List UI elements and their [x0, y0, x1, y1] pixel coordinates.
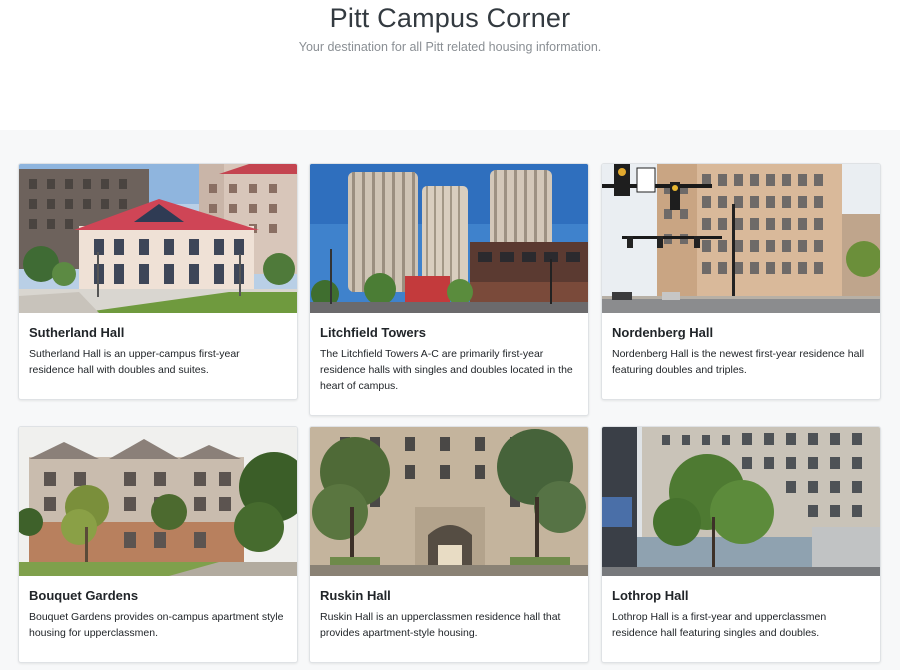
- card-title: Litchfield Towers: [320, 325, 426, 340]
- card-title: Lothrop Hall: [612, 588, 689, 603]
- card-title: Bouquet Gardens: [29, 588, 139, 603]
- ruskin-hall-photo: [310, 427, 588, 576]
- nordenberg-hall-photo: [602, 164, 880, 313]
- card-text: Nordenberg Hall is the newest first-year…: [612, 348, 865, 376]
- card-text: Lothrop Hall is a first-year and uppercl…: [612, 611, 827, 639]
- card-lothrop-hall[interactable]: Lothrop Hall Lothrop Hall is a first-yea…: [601, 426, 881, 663]
- card-ruskin-hall[interactable]: Ruskin Hall Ruskin Hall is an upperclass…: [309, 426, 589, 663]
- page-header: Pitt Campus Corner Your destination for …: [0, 0, 900, 130]
- card-text: The Litchfield Towers A-C are primarily …: [320, 348, 573, 392]
- page-subtitle: Your destination for all Pitt related ho…: [298, 40, 602, 54]
- housing-card-grid: Sutherland Hall Sutherland Hall is an up…: [0, 130, 900, 670]
- bouquet-gardens-photo: [19, 427, 297, 576]
- litchfield-towers-photo: [310, 164, 588, 313]
- card-bouquet-gardens[interactable]: Bouquet Gardens Bouquet Gardens provides…: [18, 426, 298, 663]
- card-title: Ruskin Hall: [320, 588, 391, 603]
- card-text: Bouquet Gardens provides on-campus apart…: [29, 611, 284, 639]
- card-text: Ruskin Hall is an upperclassmen residenc…: [320, 611, 561, 639]
- card-title: Sutherland Hall: [29, 325, 125, 340]
- lothrop-hall-photo: [602, 427, 880, 576]
- card-sutherland-hall[interactable]: Sutherland Hall Sutherland Hall is an up…: [18, 163, 298, 400]
- card-title: Nordenberg Hall: [612, 325, 714, 340]
- page-title: Pitt Campus Corner: [329, 3, 571, 33]
- card-nordenberg-hall[interactable]: Nordenberg Hall Nordenberg Hall is the n…: [601, 163, 881, 400]
- sutherland-hall-photo: [19, 164, 297, 313]
- card-litchfield-towers[interactable]: Litchfield Towers The Litchfield Towers …: [309, 163, 589, 416]
- card-text: Sutherland Hall is an upper-campus first…: [29, 348, 240, 376]
